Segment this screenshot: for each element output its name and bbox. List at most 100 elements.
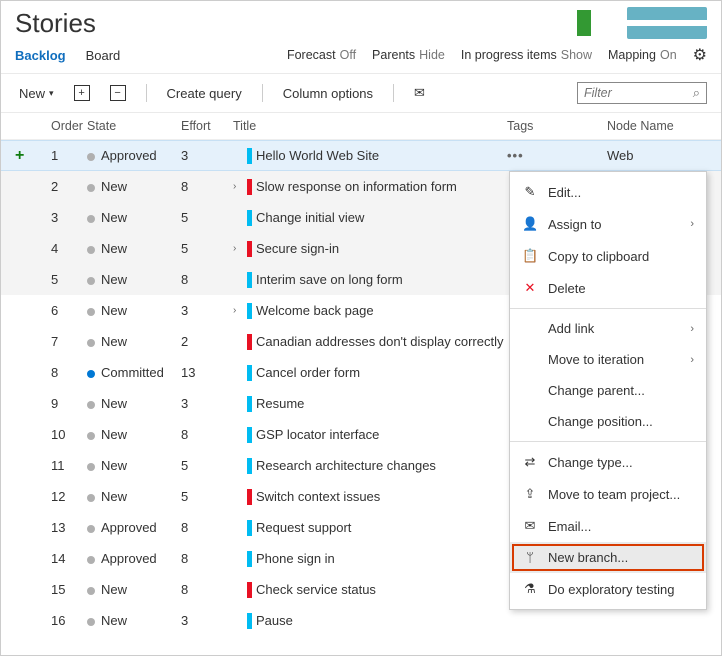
toggle-inprogress[interactable]: In progress itemsShow (461, 48, 592, 62)
cell-effort: 3 (181, 613, 233, 628)
toggle-mapping[interactable]: MappingOn (608, 48, 677, 62)
branch-icon: ᛘ (522, 550, 538, 565)
person-icon: 👤 (522, 216, 538, 232)
ctx-change-parent[interactable]: Change parent... (510, 375, 706, 406)
move-icon: ⇪ (522, 486, 538, 502)
cell-state: New (87, 582, 181, 597)
ctx-edit[interactable]: ✎Edit... (510, 176, 706, 208)
cell-state: New (87, 396, 181, 411)
cell-title[interactable]: Switch context issues (233, 489, 507, 505)
ctx-move-project[interactable]: ⇪Move to team project... (510, 478, 706, 510)
email-icon[interactable]: ✉ (410, 83, 429, 103)
cell-order: 4 (51, 241, 87, 256)
flask-icon: ⚗ (522, 581, 538, 597)
cell-order: 14 (51, 551, 87, 566)
type-color-bar (247, 241, 252, 257)
toggle-forecast[interactable]: ForecastOff (287, 48, 356, 62)
mail-icon: ✉ (522, 518, 538, 534)
cell-state: New (87, 334, 181, 349)
chevron-right-icon: › (690, 354, 694, 366)
cell-title[interactable]: Pause (233, 613, 507, 629)
cell-title[interactable]: Check service status (233, 582, 507, 598)
ctx-change-type[interactable]: ⇄Change type... (510, 446, 706, 478)
cell-title[interactable]: › Slow response on information form (233, 179, 507, 195)
expand-icon[interactable]: › (233, 181, 243, 192)
plus-icon[interactable]: + (15, 147, 24, 164)
cell-effort: 8 (181, 551, 233, 566)
remove-item-icon[interactable]: − (106, 83, 130, 103)
cell-order: 6 (51, 303, 87, 318)
more-icon[interactable]: ••• (507, 148, 524, 163)
cell-effort: 5 (181, 489, 233, 504)
type-color-bar (247, 489, 252, 505)
cell-state: New (87, 427, 181, 442)
brand-logo (627, 7, 707, 39)
type-color-bar (247, 613, 252, 629)
cell-order: 11 (51, 458, 87, 473)
type-color-bar (247, 458, 252, 474)
cell-effort: 3 (181, 396, 233, 411)
cell-title[interactable]: GSP locator interface (233, 427, 507, 443)
cell-title[interactable]: Canadian addresses don't display correct… (233, 334, 507, 350)
expand-icon[interactable]: › (233, 243, 243, 254)
tab-board[interactable]: Board (86, 48, 121, 63)
cell-title[interactable]: Phone sign in (233, 551, 507, 567)
cell-title[interactable]: Resume (233, 396, 507, 412)
cell-effort: 8 (181, 427, 233, 442)
filter-input-container[interactable]: ⌕ (577, 82, 707, 104)
chart-bar-icon (577, 10, 591, 36)
column-options-button[interactable]: Column options (279, 84, 377, 103)
cell-title[interactable]: › Welcome back page (233, 303, 507, 319)
cell-tags: ••• (507, 148, 607, 163)
arrows-icon: ⇄ (522, 454, 538, 470)
tab-backlog[interactable]: Backlog (15, 48, 66, 63)
chevron-right-icon: › (690, 323, 694, 335)
ctx-email[interactable]: ✉Email... (510, 510, 706, 542)
cell-title[interactable]: Interim save on long form (233, 272, 507, 288)
cell-state: New (87, 272, 181, 287)
ctx-copy[interactable]: 📋Copy to clipboard (510, 240, 706, 272)
ctx-change-position[interactable]: Change position... (510, 406, 706, 437)
clipboard-icon: 📋 (522, 248, 538, 264)
search-icon[interactable]: ⌕ (693, 85, 700, 101)
column-headers: Order State Effort Title Tags Node Name (1, 113, 721, 140)
new-button[interactable]: New ▾ (15, 84, 58, 103)
create-query-button[interactable]: Create query (163, 84, 246, 103)
cell-effort: 8 (181, 179, 233, 194)
cell-order: 13 (51, 520, 87, 535)
cell-state: Approved (87, 520, 181, 535)
type-color-bar (247, 148, 252, 164)
cell-effort: 13 (181, 365, 233, 380)
type-color-bar (247, 179, 252, 195)
cell-effort: 5 (181, 210, 233, 225)
gear-icon[interactable]: ⚙ (693, 45, 707, 65)
cell-title[interactable]: Hello World Web Site (233, 148, 507, 164)
add-item-icon[interactable]: + (70, 83, 94, 103)
expand-icon[interactable]: › (233, 305, 243, 316)
cell-title[interactable]: Change initial view (233, 210, 507, 226)
type-color-bar (247, 520, 252, 536)
type-color-bar (247, 303, 252, 319)
cell-order: 16 (51, 613, 87, 628)
cell-title[interactable]: › Secure sign-in (233, 241, 507, 257)
filter-input[interactable] (584, 86, 674, 100)
cell-title[interactable]: Cancel order form (233, 365, 507, 381)
cell-title[interactable]: Request support (233, 520, 507, 536)
cell-order: 10 (51, 427, 87, 442)
cell-effort: 3 (181, 303, 233, 318)
ctx-new-branch[interactable]: ᛘNew branch... (510, 542, 706, 573)
table-row[interactable]: +1Approved3 Hello World Web Site•••Web (1, 140, 721, 171)
toggle-parents[interactable]: ParentsHide (372, 48, 445, 62)
cell-state: New (87, 241, 181, 256)
cell-order: 3 (51, 210, 87, 225)
cell-order: 1 (51, 148, 87, 163)
ctx-assign-to[interactable]: 👤Assign to› (510, 208, 706, 240)
ctx-add-link[interactable]: Add link› (510, 313, 706, 344)
cell-order: 9 (51, 396, 87, 411)
ctx-delete[interactable]: ✕Delete (510, 272, 706, 304)
cell-title[interactable]: Research architecture changes (233, 458, 507, 474)
cell-state: New (87, 458, 181, 473)
ctx-move-iteration[interactable]: Move to iteration› (510, 344, 706, 375)
cell-effort: 8 (181, 272, 233, 287)
ctx-exploratory[interactable]: ⚗Do exploratory testing (510, 573, 706, 605)
